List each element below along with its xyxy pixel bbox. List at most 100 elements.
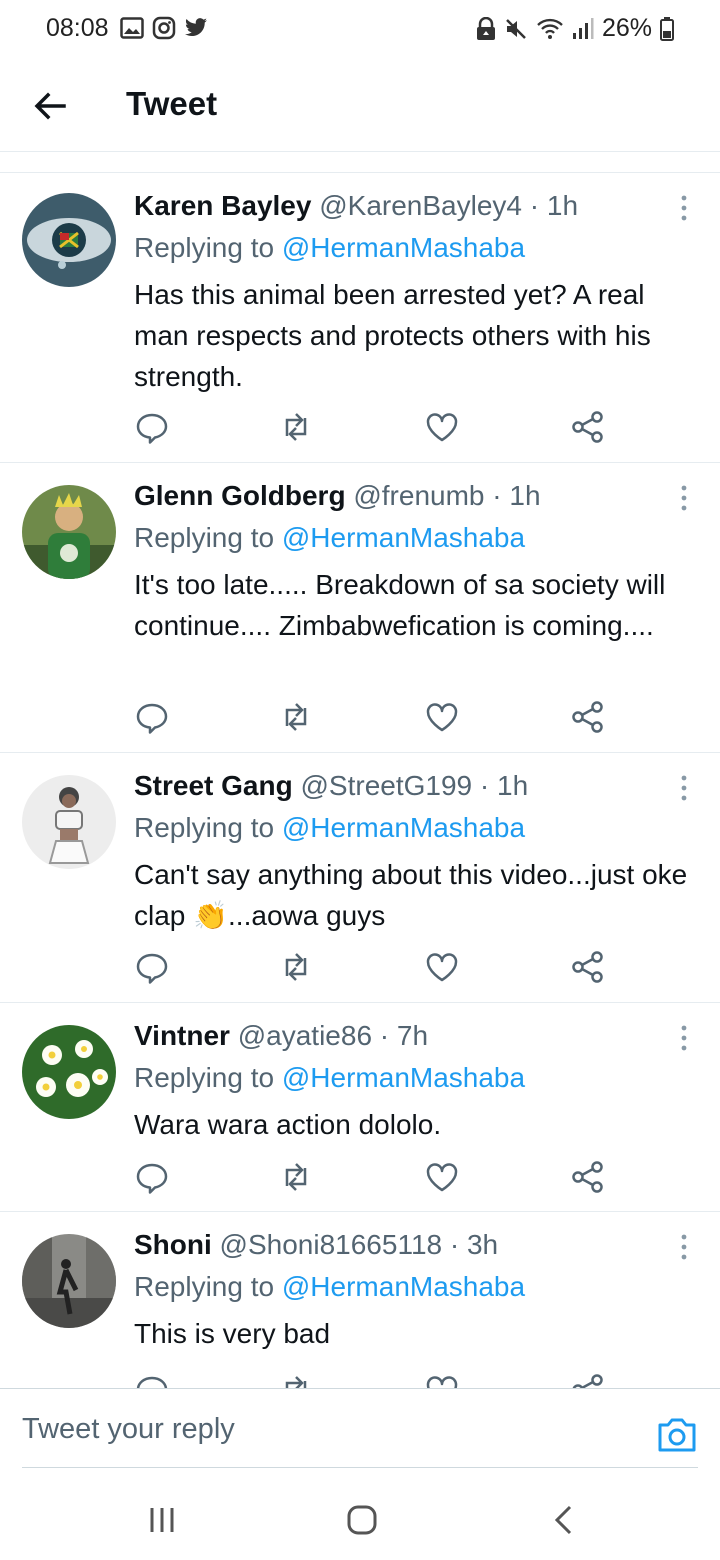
page-title: Tweet (126, 85, 218, 122)
tweet-header: Karen Bayley @KarenBayley4 · 1h (134, 190, 579, 221)
avatar[interactable] (22, 485, 116, 579)
tweet-header: Street Gang @StreetG199 · 1h (134, 770, 529, 801)
avatar[interactable] (22, 193, 116, 287)
tweet-header: Shoni @Shoni81665118 · 3h (134, 1229, 499, 1260)
tweet-reply[interactable]: Karen Bayley @KarenBayley4 · 1h Replying… (0, 173, 720, 463)
tweet-time: 7h (396, 1020, 429, 1051)
avatar[interactable] (22, 1234, 116, 1328)
mention-link[interactable]: @HermanMashaba (282, 1062, 525, 1093)
author-handle: @Shoni81665118 (219, 1229, 443, 1260)
share-icon[interactable] (570, 1372, 606, 1388)
tweet-actions (134, 949, 614, 989)
mention-link[interactable]: @HermanMashaba (282, 812, 525, 843)
tweet-text: It's too late..... Breakdown of sa socie… (134, 569, 666, 641)
tweet-actions (134, 699, 614, 739)
tweet-reply[interactable]: Vintner @ayatie86 · 7h Replying to @Herm… (0, 1003, 720, 1212)
tweet-time: 3h (466, 1229, 499, 1260)
share-icon[interactable] (570, 699, 606, 735)
home-icon[interactable] (344, 1502, 380, 1538)
reply-icon[interactable] (134, 409, 170, 445)
retweet-icon[interactable] (278, 1159, 314, 1195)
tweet-reply[interactable]: Shoni @Shoni81665118 · 3h Replying to @H… (0, 1212, 720, 1388)
reply-icon[interactable] (134, 949, 170, 985)
more-vertical-icon (681, 485, 687, 511)
author-handle: @KarenBayley4 (319, 190, 522, 221)
replying-to: Replying to @HermanMashaba (134, 1271, 526, 1302)
share-icon[interactable] (570, 949, 606, 985)
camera-icon (658, 1418, 696, 1452)
wifi-icon (537, 18, 563, 39)
reply-underline (22, 1467, 698, 1468)
more-vertical-icon (681, 1025, 687, 1051)
more-options-button[interactable] (676, 1023, 692, 1053)
author-name[interactable]: Karen Bayley (134, 190, 311, 221)
signal-icon (572, 17, 594, 39)
battery-percent: 26% (601, 14, 652, 42)
heart-icon[interactable] (424, 1372, 460, 1388)
replying-to: Replying to @HermanMashaba (134, 812, 526, 843)
tweet-text: Wara wara action dololo. (134, 1109, 442, 1140)
tweet-text: Can't say anything about this video...ju… (134, 859, 688, 931)
arrow-left-icon (34, 92, 66, 120)
tweet-text: Has this animal been arrested yet? A rea… (134, 279, 651, 392)
gallery-icon (120, 17, 144, 39)
replying-to: Replying to @HermanMashaba (134, 1062, 526, 1093)
tweet-time: 1h (509, 480, 541, 511)
tweet-reply[interactable]: Glenn Goldberg @frenumb · 1h Replying to… (0, 463, 720, 753)
more-options-button[interactable] (676, 773, 692, 803)
replying-to: Replying to @HermanMashaba (134, 232, 526, 263)
status-time: 08:08 (46, 14, 109, 42)
status-bar: 08:08 26% (0, 0, 720, 58)
tweet-text: This is very bad (134, 1318, 331, 1349)
system-nav-bar (0, 1480, 720, 1560)
author-handle: @frenumb (353, 480, 485, 511)
avatar[interactable] (22, 775, 116, 869)
retweet-icon[interactable] (278, 409, 314, 445)
retweet-icon[interactable] (278, 699, 314, 735)
author-handle: @ayatie86 (237, 1020, 373, 1051)
more-options-button[interactable] (676, 1232, 692, 1262)
heart-icon[interactable] (424, 1159, 460, 1195)
more-options-button[interactable] (676, 193, 692, 223)
reply-icon[interactable] (134, 699, 170, 735)
retweet-icon[interactable] (278, 949, 314, 985)
back-nav-icon[interactable] (546, 1502, 582, 1538)
tweet-actions (134, 1159, 614, 1199)
author-name[interactable]: Vintner (134, 1020, 230, 1051)
author-name[interactable]: Street Gang (134, 770, 293, 801)
tweet-header: Vintner @ayatie86 · 7h (134, 1020, 429, 1051)
twitter-bird-icon (185, 18, 207, 37)
heart-icon[interactable] (424, 409, 460, 445)
mention-link[interactable]: @HermanMashaba (282, 522, 525, 553)
share-icon[interactable] (570, 409, 606, 445)
back-button[interactable] (32, 88, 68, 124)
recycle-lock-icon (476, 16, 495, 40)
reply-composer: Tweet your reply (0, 1388, 720, 1480)
heart-icon[interactable] (424, 949, 460, 985)
tweet-actions (134, 1372, 614, 1388)
mention-link[interactable]: @HermanMashaba (282, 232, 525, 263)
camera-button[interactable] (656, 1413, 698, 1455)
more-options-button[interactable] (676, 483, 692, 513)
share-icon[interactable] (570, 1159, 606, 1195)
tweet-actions (134, 409, 614, 449)
tweet-time: 1h (546, 190, 579, 221)
author-name[interactable]: Shoni (134, 1229, 212, 1260)
replying-to: Replying to @HermanMashaba (134, 522, 526, 553)
tweet-time: 1h (497, 770, 529, 801)
retweet-icon[interactable] (278, 1372, 314, 1388)
tweet-header: Glenn Goldberg @frenumb · 1h (134, 480, 541, 511)
author-name[interactable]: Glenn Goldberg (134, 480, 346, 511)
battery-icon (660, 16, 674, 41)
avatar[interactable] (22, 1025, 116, 1119)
app-header: Tweet (0, 60, 720, 152)
recent-apps-icon[interactable] (144, 1502, 180, 1538)
reply-icon[interactable] (134, 1372, 170, 1388)
tweet-reply[interactable]: Street Gang @StreetG199 · 1h Replying to… (0, 753, 720, 1003)
mention-link[interactable]: @HermanMashaba (282, 1271, 525, 1302)
reply-icon[interactable] (134, 1159, 170, 1195)
author-handle: @StreetG199 (300, 770, 473, 801)
more-vertical-icon (681, 1234, 687, 1260)
heart-icon[interactable] (424, 699, 460, 735)
reply-input[interactable]: Tweet your reply (22, 1413, 235, 1446)
